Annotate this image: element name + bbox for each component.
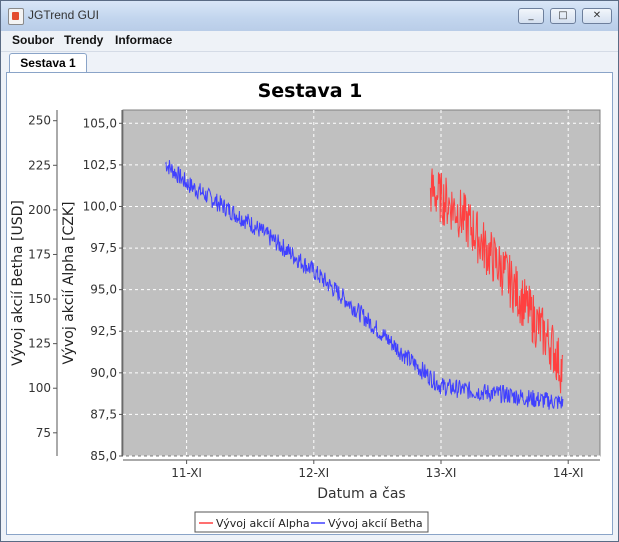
betha-tick-label: 150 [28, 292, 51, 306]
title-bar[interactable]: JGTrend GUI _ □ ✕ [1, 1, 618, 32]
java-app-icon [8, 8, 24, 25]
alpha-tick-label: 85,0 [90, 449, 117, 463]
minimize-button[interactable]: _ [518, 8, 544, 24]
betha-tick-label: 250 [28, 114, 51, 128]
menu-soubor[interactable]: Soubor [12, 33, 54, 47]
betha-tick-label: 175 [28, 247, 51, 261]
close-button[interactable]: ✕ [582, 8, 612, 24]
betha-tick-label: 225 [28, 158, 51, 172]
alpha-tick-label: 90,0 [90, 366, 117, 380]
legend-label-betha: Vývoj akcií Betha [328, 517, 423, 530]
alpha-tick-label: 102,5 [83, 158, 117, 172]
x-axis-label: Datum a čas [317, 486, 405, 502]
menu-trendy[interactable]: Trendy [64, 33, 103, 47]
legend-label-alpha: Vývoj akcií Alpha [216, 517, 310, 530]
betha-tick-label: 200 [28, 203, 51, 217]
x-tick-label: 12-XI [298, 466, 329, 480]
alpha-axis-label: Vývoj akcií Alpha [CZK] [61, 201, 77, 364]
chart: Sestava 1 85,0 87,5 90,0 92,5 95,0 97,5 100,0 10… [10, 80, 601, 533]
window-title: JGTrend GUI [28, 8, 99, 22]
tab-strip: Sestava 1 [5, 53, 614, 73]
betha-tick-label: 125 [28, 337, 51, 351]
betha-tick-label: 75 [36, 426, 51, 440]
app-window: JGTrend GUI _ □ ✕ Soubor Trendy Informac… [0, 0, 619, 542]
chart-panel: Sestava 1 85,0 87,5 90,0 92,5 95,0 97,5 100,0 10… [6, 72, 613, 535]
alpha-tick-label: 92,5 [90, 324, 117, 338]
alpha-tick-label: 105,0 [83, 116, 117, 130]
x-tick-label: 13-XI [426, 466, 457, 480]
tab-sestava-1[interactable]: Sestava 1 [9, 53, 87, 73]
alpha-tick-label: 87,5 [90, 407, 117, 421]
betha-axis-label: Vývoj akcií Betha [USD] [10, 200, 26, 366]
x-tick-label: 14-XI [553, 466, 584, 480]
chart-title: Sestava 1 [258, 80, 363, 102]
menu-informace[interactable]: Informace [115, 33, 172, 47]
alpha-tick-label: 95,0 [90, 283, 117, 297]
betha-tick-label: 100 [28, 381, 51, 395]
x-tick-label: 11-XI [171, 466, 202, 480]
maximize-button[interactable]: □ [550, 8, 576, 24]
menu-bar: Soubor Trendy Informace [1, 31, 618, 52]
alpha-tick-label: 100,0 [83, 199, 117, 213]
alpha-tick-label: 97,5 [90, 241, 117, 255]
